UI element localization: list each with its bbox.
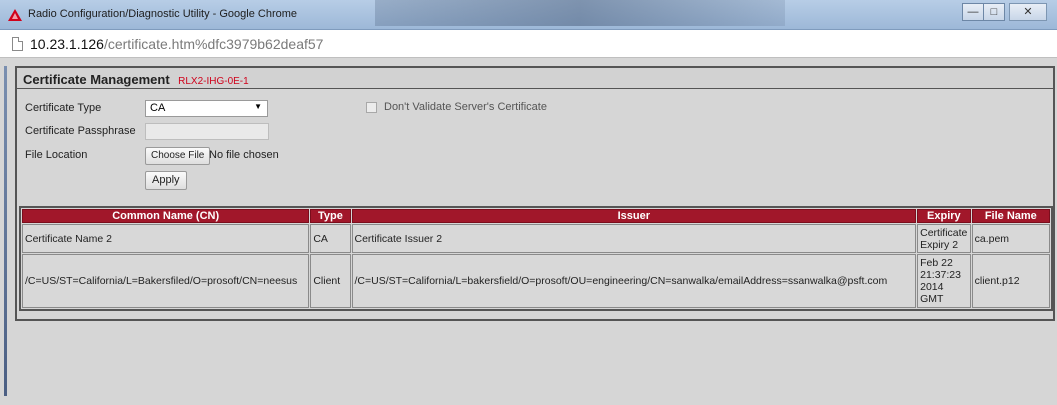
dont-validate-checkbox[interactable] [366, 102, 377, 113]
certificate-panel: Certificate Management RLX2-IHG-0E-1 Cer… [15, 66, 1055, 321]
column-header-type: Type [310, 209, 351, 223]
maximize-button[interactable]: □ [983, 3, 1005, 21]
address-bar[interactable]: 10.23.1.126/certificate.htm%dfc3979b62de… [0, 30, 1057, 58]
cell-type: Client [310, 254, 351, 308]
certificate-table: Common Name (CN) Type Issuer Expiry File… [19, 206, 1053, 311]
table-header-row: Common Name (CN) Type Issuer Expiry File… [22, 209, 1050, 223]
cell-expiry: Certificate Expiry 2 [917, 224, 971, 253]
device-name: RLX2-IHG-0E-1 [178, 76, 249, 87]
cell-issuer: Certificate Issuer 2 [351, 224, 917, 253]
dont-validate-label: Don't Validate Server's Certificate [384, 101, 547, 113]
column-header-cn: Common Name (CN) [22, 209, 310, 223]
cell-issuer: /C=US/ST=California/L=bakersfield/O=pros… [351, 254, 917, 308]
table-row[interactable]: /C=US/ST=California/L=Bakersfiled/O=pros… [22, 254, 1050, 308]
page-content: Certificate Management RLX2-IHG-0E-1 Cer… [0, 58, 1057, 405]
left-edge-decoration [4, 66, 7, 396]
column-header-file-name: File Name [971, 209, 1050, 223]
panel-header: Certificate Management RLX2-IHG-0E-1 [17, 68, 1053, 89]
file-status: No file chosen [209, 149, 279, 161]
passphrase-label: Certificate Passphrase [25, 125, 136, 137]
column-header-expiry: Expiry [917, 209, 971, 223]
close-button[interactable]: ✕ [1009, 3, 1047, 21]
passphrase-input[interactable] [145, 123, 269, 140]
app-logo-icon [8, 9, 22, 21]
window-title: Radio Configuration/Diagnostic Utility -… [28, 8, 298, 20]
cert-type-value: CA [150, 102, 166, 114]
page-icon [12, 37, 23, 51]
title-banner [375, 0, 785, 26]
url-text[interactable]: 10.23.1.126/certificate.htm%dfc3979b62de… [30, 36, 323, 52]
cert-type-label: Certificate Type [25, 102, 102, 114]
cell-expiry: Feb 22 21:37:23 2014 GMT [917, 254, 971, 308]
table-row[interactable]: Certificate Name 2 CA Certificate Issuer… [22, 224, 1050, 253]
minimize-button[interactable]: — [962, 3, 984, 21]
browser-title-bar: Radio Configuration/Diagnostic Utility -… [0, 0, 1057, 30]
url-host: 10.23.1.126 [30, 36, 104, 52]
cert-type-select[interactable]: CA ▼ [145, 100, 268, 117]
choose-file-button[interactable]: Choose File [145, 147, 211, 165]
page-title: Certificate Management [23, 72, 170, 87]
window-controls: — □ ✕ [962, 3, 1047, 21]
file-location-label: File Location [25, 149, 88, 161]
apply-button[interactable]: Apply [145, 171, 187, 190]
cell-file-name: client.p12 [971, 254, 1050, 308]
cell-cn: /C=US/ST=California/L=Bakersfiled/O=pros… [22, 254, 310, 308]
cell-file-name: ca.pem [971, 224, 1050, 253]
chevron-down-icon: ▼ [254, 102, 262, 111]
cell-type: CA [310, 224, 351, 253]
url-path: /certificate.htm%dfc3979b62deaf57 [103, 36, 324, 52]
column-header-issuer: Issuer [351, 209, 917, 223]
cell-cn: Certificate Name 2 [22, 224, 310, 253]
